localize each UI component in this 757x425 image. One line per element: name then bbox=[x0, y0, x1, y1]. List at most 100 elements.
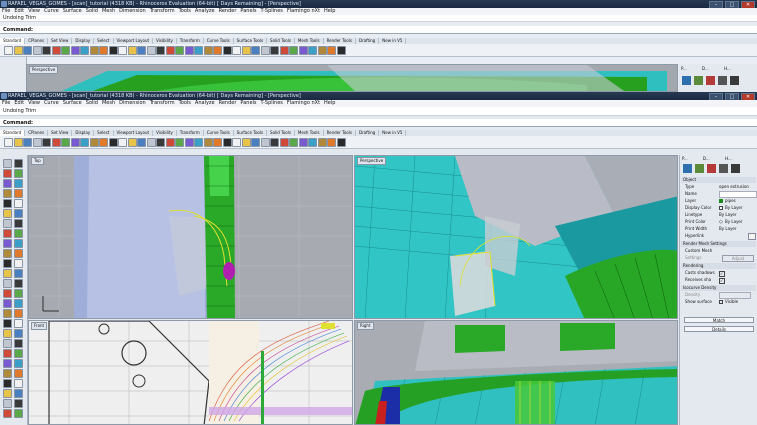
side-tool-icon[interactable] bbox=[3, 329, 12, 338]
toolbar-tool-icon[interactable] bbox=[118, 46, 127, 55]
command-prompt[interactable]: Command: bbox=[0, 26, 757, 34]
toolbar-tool-icon[interactable] bbox=[99, 138, 108, 147]
material-icon[interactable] bbox=[694, 76, 703, 85]
shadow-icon[interactable] bbox=[730, 76, 739, 85]
front-viewport[interactable]: Front bbox=[28, 320, 353, 425]
toolbar-tool-icon[interactable] bbox=[4, 138, 13, 147]
toolbar-tool-icon[interactable] bbox=[213, 46, 222, 55]
side-tool-icon[interactable] bbox=[14, 219, 23, 228]
match-button[interactable]: Match bbox=[684, 317, 754, 323]
menu-render[interactable]: Render bbox=[217, 100, 239, 107]
menu-curve[interactable]: Curve bbox=[42, 8, 61, 15]
print-color-dropdown[interactable]: By Layer bbox=[725, 219, 743, 225]
side-tool-icon[interactable] bbox=[3, 409, 12, 418]
menu-flamingo[interactable]: Flamingo nXt bbox=[285, 100, 322, 107]
menu-solid[interactable]: Solid bbox=[84, 100, 100, 107]
toolbar-tool-icon[interactable] bbox=[61, 138, 70, 147]
perspective-viewport-background[interactable]: Perspective bbox=[26, 64, 678, 92]
title-bar[interactable]: RAFAEL_VEGAS_GOMES - [scan]_tutorial (43… bbox=[0, 0, 757, 9]
side-tool-icon[interactable] bbox=[14, 279, 23, 288]
side-tool-icon[interactable] bbox=[14, 229, 23, 238]
side-tool-icon[interactable] bbox=[14, 169, 23, 178]
toolbar-tool-icon[interactable] bbox=[127, 138, 137, 147]
toolbar-tool-icon[interactable] bbox=[165, 46, 175, 55]
toolbar-tool-icon[interactable] bbox=[156, 138, 165, 147]
side-tool-icon[interactable] bbox=[14, 359, 23, 368]
side-tool-icon[interactable] bbox=[3, 159, 12, 168]
side-tool-icon[interactable] bbox=[14, 209, 23, 218]
side-tool-icon[interactable] bbox=[3, 179, 12, 188]
density-field[interactable] bbox=[719, 292, 751, 299]
side-tool-icon[interactable] bbox=[3, 249, 12, 258]
menu-tsplines[interactable]: T-Splines bbox=[259, 100, 285, 107]
receives-shadows-checkbox[interactable]: ✓ bbox=[719, 278, 725, 284]
side-tool-icon[interactable] bbox=[14, 399, 23, 408]
toolbar-tool-icon[interactable] bbox=[42, 46, 51, 55]
top-viewport[interactable]: Top bbox=[28, 155, 353, 319]
texture-icon[interactable] bbox=[706, 76, 715, 85]
menu-view[interactable]: View bbox=[26, 8, 42, 15]
material-icon[interactable] bbox=[695, 164, 704, 173]
side-tool-icon[interactable] bbox=[14, 319, 23, 328]
side-tool-icon[interactable] bbox=[14, 259, 23, 268]
menu-transform[interactable]: Transform bbox=[148, 100, 177, 107]
print-width-dropdown[interactable]: By Layer bbox=[719, 226, 737, 232]
side-tool-icon[interactable] bbox=[3, 399, 12, 408]
toolbar-tool-icon[interactable] bbox=[108, 46, 118, 55]
name-field[interactable] bbox=[719, 191, 757, 198]
side-tool-icon[interactable] bbox=[3, 299, 12, 308]
toolbar-tool-icon[interactable] bbox=[298, 138, 308, 147]
toolbar-tool-icon[interactable] bbox=[279, 138, 289, 147]
toolbar-tool-icon[interactable] bbox=[232, 46, 241, 55]
side-tool-icon[interactable] bbox=[3, 309, 12, 318]
layer-dropdown[interactable]: pipes bbox=[725, 198, 736, 204]
toolbar-tool-icon[interactable] bbox=[308, 138, 317, 147]
panel-tab-properties[interactable]: P... bbox=[681, 66, 687, 71]
object-properties-icon[interactable] bbox=[682, 76, 691, 85]
side-tool-icon[interactable] bbox=[14, 199, 23, 208]
toolbar-tool-icon[interactable] bbox=[289, 46, 298, 55]
side-tool-icon[interactable] bbox=[3, 369, 12, 378]
menu-help[interactable]: Help bbox=[322, 100, 337, 107]
hyperlink-browse-button[interactable] bbox=[748, 233, 756, 240]
menu-mesh[interactable]: Mesh bbox=[100, 100, 117, 107]
decal-icon[interactable] bbox=[718, 76, 727, 85]
title-bar-main[interactable]: RAFAEL_VEGAS_GOMES - [scan]_tutorial (43… bbox=[0, 92, 757, 101]
display-color-dropdown[interactable]: By Layer bbox=[725, 205, 743, 211]
object-properties-icon[interactable] bbox=[683, 164, 692, 173]
menu-file[interactable]: File bbox=[0, 100, 12, 107]
menu-solid[interactable]: Solid bbox=[84, 8, 100, 15]
toolbar-tool-icon[interactable] bbox=[23, 138, 32, 147]
side-tool-icon[interactable] bbox=[14, 289, 23, 298]
toolbar-tool-icon[interactable] bbox=[61, 46, 70, 55]
toolbar-tool-icon[interactable] bbox=[80, 138, 89, 147]
side-tool-icon[interactable] bbox=[3, 379, 12, 388]
menu-file[interactable]: File bbox=[0, 8, 12, 15]
toolbar-tool-icon[interactable] bbox=[203, 46, 213, 55]
side-tool-icon[interactable] bbox=[3, 259, 12, 268]
toolbar-tool-icon[interactable] bbox=[89, 46, 99, 55]
toolbar-tool-icon[interactable] bbox=[70, 138, 80, 147]
side-tool-icon[interactable] bbox=[3, 279, 12, 288]
side-tool-icon[interactable] bbox=[3, 389, 12, 398]
decal-icon[interactable] bbox=[719, 164, 728, 173]
toolbar-tool-icon[interactable] bbox=[260, 138, 270, 147]
toolbar-tool-icon[interactable] bbox=[279, 46, 289, 55]
menu-view[interactable]: View bbox=[26, 100, 42, 107]
side-tool-icon[interactable] bbox=[3, 189, 12, 198]
toolbar-tool-icon[interactable] bbox=[289, 138, 298, 147]
visible-checkbox[interactable] bbox=[719, 300, 723, 304]
side-tool-icon[interactable] bbox=[14, 249, 23, 258]
side-tool-icon[interactable] bbox=[14, 299, 23, 308]
toolbar-tool-icon[interactable] bbox=[241, 138, 251, 147]
menu-tools[interactable]: Tools bbox=[177, 8, 193, 15]
toolbar-tool-icon[interactable] bbox=[108, 138, 118, 147]
toolbar-tool-icon[interactable] bbox=[308, 46, 317, 55]
side-tool-icon[interactable] bbox=[3, 229, 12, 238]
toolbar-tool-icon[interactable] bbox=[42, 138, 51, 147]
toolbar-tool-icon[interactable] bbox=[213, 138, 222, 147]
side-tool-icon[interactable] bbox=[14, 339, 23, 348]
toolbar-tool-icon[interactable] bbox=[241, 46, 251, 55]
side-tool-icon[interactable] bbox=[14, 349, 23, 358]
menu-analyze[interactable]: Analyze bbox=[193, 8, 217, 15]
